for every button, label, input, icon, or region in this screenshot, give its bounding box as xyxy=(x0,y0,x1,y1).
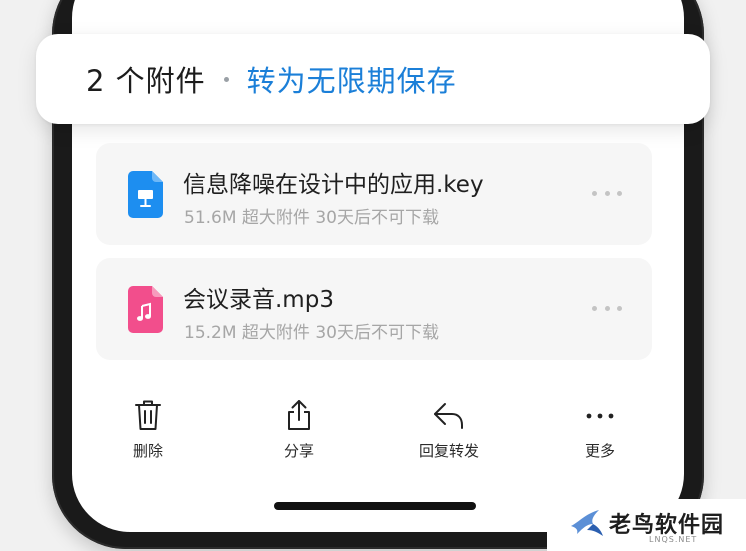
share-label: 分享 xyxy=(283,442,314,460)
home-indicator xyxy=(274,502,476,510)
reply-forward-label: 回复转发 xyxy=(418,442,479,460)
share-button[interactable]: 分享 xyxy=(254,398,344,468)
attachment-meta: 15.2M 超大附件 30天后不可下载 xyxy=(184,323,439,343)
attachment-banner: 2 个附件 转为无限期保存 xyxy=(36,34,710,124)
keynote-file-icon xyxy=(128,171,163,218)
reply-forward-button[interactable]: 回复转发 xyxy=(404,398,494,468)
attachment-title: 信息降噪在设计中的应用.key xyxy=(183,172,484,198)
reply-icon xyxy=(434,403,463,429)
more-options-icon[interactable] xyxy=(592,185,622,201)
attachment-item[interactable]: 会议录音.mp3 15.2M 超大附件 30天后不可下载 xyxy=(96,258,652,360)
separator-dot xyxy=(223,76,229,82)
attachment-count: 2 个附件 xyxy=(86,64,206,98)
trash-icon xyxy=(135,400,161,430)
watermark-subtext: LNQS.NET xyxy=(649,535,698,544)
delete-button[interactable]: 删除 xyxy=(103,398,193,468)
bird-logo-icon xyxy=(571,510,603,536)
more-options-icon[interactable] xyxy=(592,300,622,316)
audio-file-icon xyxy=(128,286,163,333)
watermark: 老鸟软件园 LNQS.NET xyxy=(547,499,746,551)
save-permanently-link[interactable]: 转为无限期保存 xyxy=(247,58,457,100)
more-horizontal-icon xyxy=(586,413,614,419)
more-label: 更多 xyxy=(584,442,615,460)
attachment-meta: 51.6M 超大附件 30天后不可下载 xyxy=(184,208,439,228)
more-button[interactable]: 更多 xyxy=(555,398,645,468)
delete-label: 删除 xyxy=(132,442,163,460)
attachment-item[interactable]: 信息降噪在设计中的应用.key 51.6M 超大附件 30天后不可下载 xyxy=(96,143,652,245)
share-icon xyxy=(288,400,310,430)
attachment-title: 会议录音.mp3 xyxy=(183,287,334,313)
